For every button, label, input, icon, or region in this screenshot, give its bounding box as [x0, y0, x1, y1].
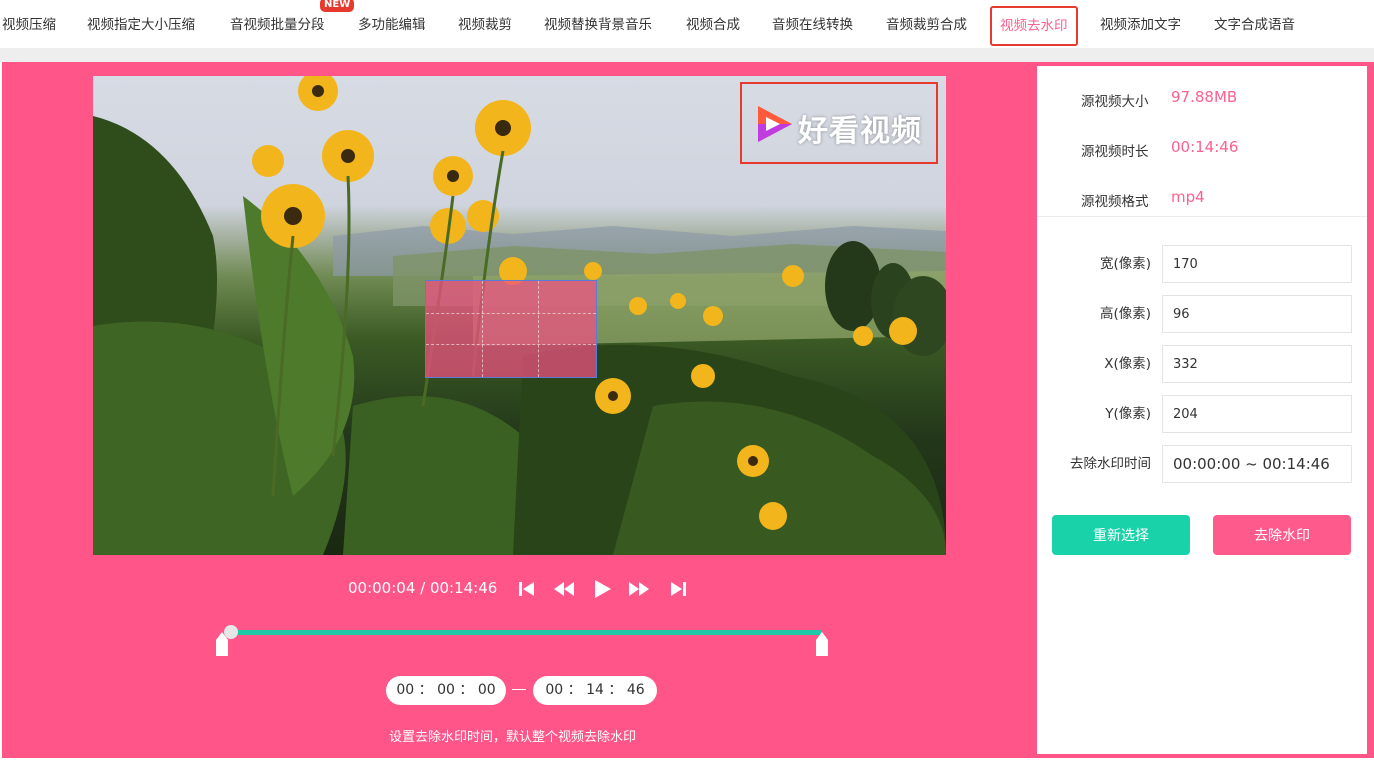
video-preview[interactable]: 好看视频 — [93, 76, 946, 555]
nav-item-audio-convert[interactable]: 音频在线转换 — [772, 14, 853, 36]
y-label: Y(像素) — [1105, 406, 1151, 422]
end-hour[interactable]: 00 — [545, 682, 563, 698]
rewind-icon[interactable] — [553, 578, 575, 600]
reselect-button[interactable]: 重新选择 — [1052, 515, 1190, 555]
remove-watermark-button[interactable]: 去除水印 — [1213, 515, 1351, 555]
timeline-track[interactable] — [228, 630, 822, 635]
x-input[interactable] — [1162, 345, 1352, 383]
y-input[interactable] — [1162, 395, 1352, 433]
nav-item-video-merge[interactable]: 视频合成 — [686, 14, 740, 36]
selection-grid-line — [426, 312, 596, 314]
nav-item-video-crop[interactable]: 视频裁剪 — [458, 14, 512, 36]
start-hour[interactable]: 00 — [396, 682, 414, 698]
start-time-input[interactable]: 00 ： 00 ： 00 — [386, 676, 506, 705]
top-nav: 视频压缩 视频指定大小压缩 音视频批量分段 NEW 多功能编辑 视频裁剪 视频替… — [0, 0, 1374, 48]
panel-divider — [1037, 216, 1367, 217]
start-minute[interactable]: 00 — [437, 682, 455, 698]
x-label: X(像素) — [1104, 356, 1151, 372]
time-separator: ： — [418, 682, 433, 698]
settings-panel: 源视频大小 97.88MB 源视频时长 00:14:46 源视频格式 mp4 宽… — [1037, 66, 1367, 754]
height-input[interactable] — [1162, 295, 1352, 333]
nav-item-text-to-speech[interactable]: 文字合成语音 — [1214, 14, 1295, 36]
nav-item-multi-edit[interactable]: 多功能编辑 — [358, 14, 426, 36]
skip-to-start-icon[interactable] — [516, 578, 538, 600]
nav-item-add-text[interactable]: 视频添加文字 — [1100, 14, 1181, 36]
width-input[interactable] — [1162, 245, 1352, 283]
time-range-hint: 设置去除水印时间，默认整个视频去除水印 — [389, 730, 637, 745]
new-badge: NEW — [320, 0, 355, 12]
nav-item-audio-crop-merge[interactable]: 音频裁剪合成 — [886, 14, 967, 36]
width-label: 宽(像素) — [1099, 256, 1151, 272]
end-minute[interactable]: 14 — [586, 682, 604, 698]
nav-item-remove-watermark[interactable]: 视频去水印 — [990, 6, 1078, 46]
skip-to-end-icon[interactable] — [667, 578, 689, 600]
selection-grid-line — [538, 281, 540, 377]
nav-separator — [0, 48, 1374, 62]
source-size-value: 97.88MB — [1171, 88, 1238, 106]
removal-time-input[interactable] — [1162, 445, 1352, 483]
time-separator: ： — [608, 682, 623, 698]
selection-grid-line — [426, 344, 596, 346]
removal-time-label: 去除水印时间 — [1070, 456, 1151, 472]
time-separator: ： — [459, 682, 474, 698]
source-duration-label: 源视频时长 — [1081, 144, 1149, 160]
range-start-handle[interactable] — [216, 632, 228, 656]
source-format-label: 源视频格式 — [1081, 194, 1149, 210]
time-separator: ： — [567, 682, 582, 698]
nav-item-video-size-compress[interactable]: 视频指定大小压缩 — [87, 14, 195, 36]
fast-forward-icon[interactable] — [628, 578, 650, 600]
nav-item-replace-bgm[interactable]: 视频替换背景音乐 — [544, 14, 652, 36]
watermark-selection-box[interactable] — [425, 280, 597, 378]
source-duration-value: 00:14:46 — [1171, 138, 1239, 156]
playback-time: 00:00:04 / 00:14:46 — [348, 579, 498, 597]
range-end-handle[interactable] — [816, 632, 828, 656]
haokan-logo-icon — [758, 106, 792, 142]
watermark-highlight-box: 好看视频 — [740, 82, 938, 164]
range-dash — [512, 689, 526, 690]
end-second[interactable]: 46 — [627, 682, 645, 698]
height-label: 高(像素) — [1099, 306, 1151, 322]
play-icon[interactable] — [591, 578, 613, 600]
nav-item-batch-split[interactable]: 音视频批量分段 — [230, 14, 325, 36]
source-size-label: 源视频大小 — [1081, 94, 1149, 110]
source-format-value: mp4 — [1171, 188, 1205, 206]
start-second[interactable]: 00 — [478, 682, 496, 698]
end-time-input[interactable]: 00 ： 14 ： 46 — [533, 676, 657, 705]
watermark-text: 好看视频 — [798, 114, 922, 149]
nav-item-video-compress[interactable]: 视频压缩 — [2, 14, 56, 36]
selection-grid-line — [482, 281, 484, 377]
